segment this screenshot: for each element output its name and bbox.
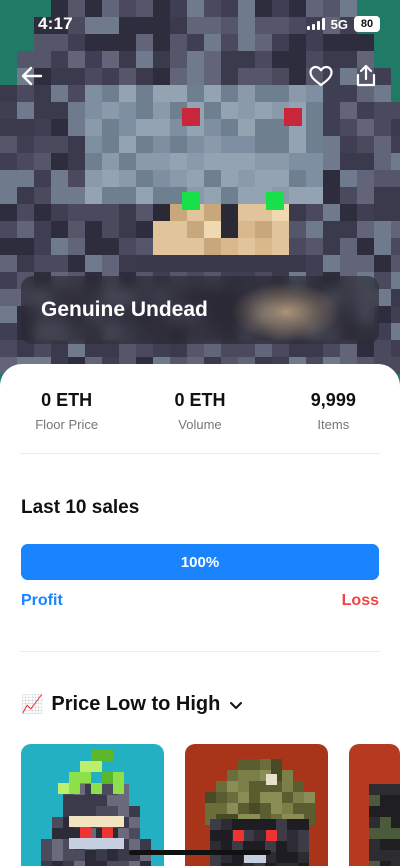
share-button[interactable] xyxy=(350,60,382,92)
nft-thumbnail xyxy=(185,744,328,866)
status-indicators: 5G 80 xyxy=(306,16,380,32)
status-time: 4:17 xyxy=(38,14,73,33)
nft-grid xyxy=(21,744,400,866)
stats-row: 0 ETH Floor Price 0 ETH Volume 9,999 Ite… xyxy=(0,390,400,432)
network-type: 5G xyxy=(330,16,348,32)
sort-label: Price Low to High xyxy=(51,693,221,715)
collection-details-sheet: 0 ETH Floor Price 0 ETH Volume 9,999 Ite… xyxy=(0,364,400,866)
blurred-background-shape xyxy=(231,282,341,342)
stat-value: 0 ETH xyxy=(41,390,93,410)
nft-card[interactable] xyxy=(21,744,164,866)
profit-loss-bar: 100% xyxy=(21,544,379,580)
nft-card[interactable] xyxy=(185,744,328,866)
collection-title-card: Genuine Undead xyxy=(21,276,379,344)
stat-items: 9,999 Items xyxy=(267,390,400,432)
back-arrow-icon xyxy=(21,66,43,86)
stat-value: 0 ETH xyxy=(174,390,226,410)
stat-label: Floor Price xyxy=(35,417,99,432)
battery-icon: 80 xyxy=(354,16,380,32)
stat-value: 9,999 xyxy=(310,390,356,410)
heart-icon xyxy=(309,65,333,87)
status-bar: 4:17 5G 80 xyxy=(0,0,400,50)
stat-floor-price: 0 ETH Floor Price xyxy=(0,390,133,432)
share-icon xyxy=(356,64,376,87)
stat-label: Items xyxy=(317,417,350,432)
sales-section-title: Last 10 sales xyxy=(21,497,140,518)
collection-name: Genuine Undead xyxy=(41,298,208,321)
battery-level: 80 xyxy=(360,18,374,30)
home-indicator xyxy=(129,850,271,855)
loss-label: Loss xyxy=(341,592,379,609)
stat-volume: 0 ETH Volume xyxy=(133,390,266,432)
sort-dropdown[interactable]: 📈 Price Low to High xyxy=(21,693,244,716)
profit-percent: 100% xyxy=(180,553,220,571)
divider xyxy=(20,453,380,454)
nft-thumbnail xyxy=(21,744,164,866)
favorite-button[interactable] xyxy=(305,60,337,92)
back-button[interactable] xyxy=(16,60,48,92)
signal-icon xyxy=(306,18,325,30)
stat-label: Volume xyxy=(178,417,222,432)
chart-up-emoji: 📈 xyxy=(21,694,44,714)
chevron-down-icon xyxy=(230,701,243,709)
nft-card[interactable] xyxy=(349,744,400,866)
profit-label: Profit xyxy=(21,592,63,609)
divider xyxy=(20,651,380,652)
nft-thumbnail xyxy=(349,744,400,866)
